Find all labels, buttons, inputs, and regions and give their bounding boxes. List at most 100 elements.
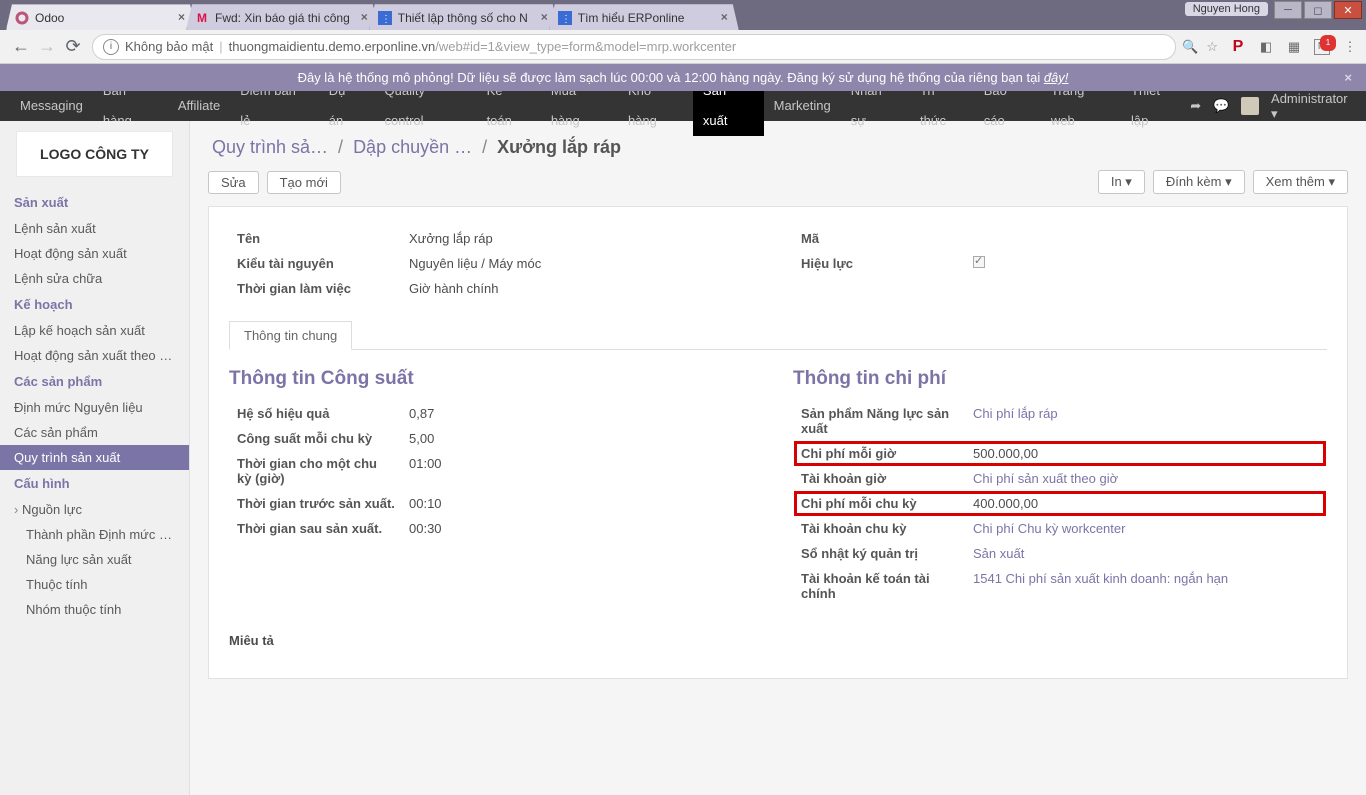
- mail-icon[interactable]: M1: [1314, 39, 1330, 55]
- banner-text: Đây là hệ thống mô phỏng! Dữ liệu sẽ đượ…: [298, 70, 1044, 85]
- pinterest-icon[interactable]: P: [1230, 39, 1246, 55]
- share-icon[interactable]: ➦: [1190, 98, 1201, 114]
- field-value-highlighted: 400.000,00: [967, 492, 1325, 515]
- field-value: 00:30: [403, 517, 761, 540]
- close-icon[interactable]: ×: [361, 10, 368, 24]
- sidebar-item[interactable]: Lệnh sản xuất: [0, 216, 189, 241]
- close-window-button[interactable]: ✕: [1334, 1, 1362, 19]
- close-icon[interactable]: ×: [541, 10, 548, 24]
- menu-icon[interactable]: ⋮: [1342, 39, 1358, 55]
- breadcrumb-current: Xưởng lắp ráp: [497, 137, 621, 158]
- form-tabs: Thông tin chung: [229, 320, 1327, 350]
- nav-messaging[interactable]: Messaging: [10, 91, 93, 121]
- back-button[interactable]: ←: [8, 34, 34, 60]
- browser-tab[interactable]: Odoo ×: [6, 4, 196, 30]
- security-label: Không bảo mật: [125, 39, 213, 54]
- forward-button[interactable]: →: [34, 34, 60, 60]
- checkbox-checked: [973, 256, 985, 268]
- field-value: 01:00: [403, 452, 761, 490]
- sidebar-header: Cấu hình: [0, 470, 189, 497]
- sidebar-item[interactable]: Định mức Nguyên liệu: [0, 395, 189, 420]
- sidebar-subitem[interactable]: Năng lực sản xuất: [0, 547, 189, 572]
- field-link[interactable]: Chi phí lắp ráp: [967, 402, 1325, 440]
- apps-icon[interactable]: ◧: [1258, 39, 1274, 55]
- chrome-user-badge[interactable]: Nguyen Hong: [1185, 2, 1268, 16]
- sidebar: LOGO CÔNG TY Sản xuất Lệnh sản xuất Hoạt…: [0, 121, 190, 795]
- attach-button[interactable]: Đính kèm ▾: [1153, 170, 1245, 194]
- section-title: Thông tin chi phí: [793, 368, 1327, 390]
- nav-marketing[interactable]: Marketing: [764, 91, 841, 121]
- sidebar-item[interactable]: Lệnh sửa chữa: [0, 266, 189, 291]
- site-info-icon[interactable]: i: [103, 39, 119, 55]
- main-content: Quy trình sả… / Dập chuyền … / Xưởng lắp…: [190, 121, 1366, 795]
- field-label: Thời gian trước sản xuất.: [231, 492, 401, 515]
- url-host: thuongmaidientu.demo.erponline.vn: [229, 39, 436, 54]
- field-label: Công suất mỗi chu kỳ: [231, 427, 401, 450]
- sidebar-item-expandable[interactable]: Nguồn lực: [0, 497, 189, 522]
- star-icon[interactable]: ☆: [1206, 39, 1218, 55]
- print-button[interactable]: In ▾: [1098, 170, 1145, 194]
- avatar[interactable]: [1241, 97, 1259, 115]
- tab-general[interactable]: Thông tin chung: [229, 321, 352, 350]
- browser-tab[interactable]: ⋮⋮ Thiết lập thông số cho N ×: [369, 4, 559, 30]
- field-link[interactable]: Chi phí Chu kỳ workcenter: [967, 517, 1325, 540]
- close-icon[interactable]: ×: [178, 10, 185, 24]
- minimize-button[interactable]: ─: [1274, 1, 1302, 19]
- field-link[interactable]: 1541 Chi phí sản xuất kinh doanh: ngắn h…: [967, 567, 1325, 605]
- sidebar-item[interactable]: Hoạt động sản xuất: [0, 241, 189, 266]
- sidebar-subitem[interactable]: Nhóm thuộc tính: [0, 597, 189, 622]
- close-icon[interactable]: ×: [721, 10, 728, 24]
- search-icon[interactable]: 🔍: [1182, 39, 1198, 55]
- section-title: Thông tin Công suất: [229, 368, 763, 390]
- breadcrumb-link[interactable]: Quy trình sả…: [212, 137, 328, 158]
- create-button[interactable]: Tạo mới: [267, 171, 341, 194]
- more-button[interactable]: Xem thêm ▾: [1253, 170, 1348, 194]
- browser-tab[interactable]: M Fwd: Xin báo giá thi công ×: [186, 4, 379, 30]
- reload-button[interactable]: ⟳: [60, 34, 86, 60]
- sidebar-item[interactable]: Các sản phẩm: [0, 420, 189, 445]
- form-sheet: Tên Xưởng lắp ráp Kiểu tài nguyên Nguyên…: [208, 206, 1348, 679]
- field-label: Thời gian làm việc: [231, 277, 401, 300]
- field-label: Sản phẩm Năng lực sản xuất: [795, 402, 965, 440]
- field-value: Giờ hành chính: [403, 277, 761, 300]
- field-value: 00:10: [403, 492, 761, 515]
- tab-title: Thiết lập thông số cho N: [398, 11, 528, 25]
- edit-button[interactable]: Sửa: [208, 171, 259, 194]
- field-value: Xưởng lắp ráp: [403, 227, 761, 250]
- erp-icon: ⋮⋮: [378, 11, 392, 25]
- chat-icon[interactable]: 💬: [1213, 98, 1229, 114]
- user-menu[interactable]: Administrator ▾: [1271, 91, 1356, 122]
- demo-banner: Đây là hệ thống mô phỏng! Dữ liệu sẽ đượ…: [0, 64, 1366, 91]
- field-link[interactable]: Chi phí sản xuất theo giờ: [967, 467, 1325, 490]
- maximize-button[interactable]: ◻: [1304, 1, 1332, 19]
- sidebar-subitem[interactable]: Thuộc tính: [0, 572, 189, 597]
- field-value-highlighted: 500.000,00: [967, 442, 1325, 465]
- field-value: [967, 252, 1325, 275]
- sidebar-header: Sản xuất: [0, 189, 189, 216]
- sidebar-subitem[interactable]: Thành phần Định mức ngu…: [0, 522, 189, 547]
- svg-text:⋮⋮: ⋮⋮: [561, 14, 572, 25]
- action-bar: Sửa Tạo mới In ▾ Đính kèm ▾ Xem thêm ▾: [208, 166, 1348, 206]
- address-bar: ← → ⟳ i Không bảo mật | thuongmaidientu.…: [0, 30, 1366, 64]
- sidebar-item-selected[interactable]: Quy trình sản xuất: [0, 445, 189, 470]
- close-icon[interactable]: ×: [1344, 70, 1352, 85]
- tab-title: Tìm hiểu ERPonline: [578, 11, 685, 25]
- field-link[interactable]: Sản xuất: [967, 542, 1325, 565]
- description-label: Miêu tả: [229, 633, 1327, 648]
- sidebar-item[interactable]: Lập kế hoạch sản xuất: [0, 318, 189, 343]
- sidebar-header: Kế hoạch: [0, 291, 189, 318]
- nav-affiliate[interactable]: Affiliate: [168, 91, 230, 121]
- browser-tab[interactable]: ⋮⋮ Tìm hiểu ERPonline ×: [549, 4, 739, 30]
- sidebar-item[interactable]: Hoạt động sản xuất theo N…: [0, 343, 189, 368]
- browser-chrome: Odoo × M Fwd: Xin báo giá thi công × ⋮⋮ …: [0, 0, 1366, 30]
- banner-link[interactable]: đây!: [1044, 70, 1069, 85]
- gmail-icon: M: [195, 11, 209, 25]
- svg-text:⋮⋮: ⋮⋮: [381, 14, 392, 25]
- breadcrumb-link[interactable]: Dập chuyền …: [353, 137, 472, 158]
- grid-icon[interactable]: ▦: [1286, 39, 1302, 55]
- omnibox[interactable]: i Không bảo mật | thuongmaidientu.demo.e…: [92, 34, 1176, 60]
- field-label: Kiểu tài nguyên: [231, 252, 401, 275]
- field-label: Chi phí mỗi giờ: [795, 442, 965, 465]
- field-label: Tài khoản kế toán tài chính: [795, 567, 965, 605]
- field-label: Tài khoản chu kỳ: [795, 517, 965, 540]
